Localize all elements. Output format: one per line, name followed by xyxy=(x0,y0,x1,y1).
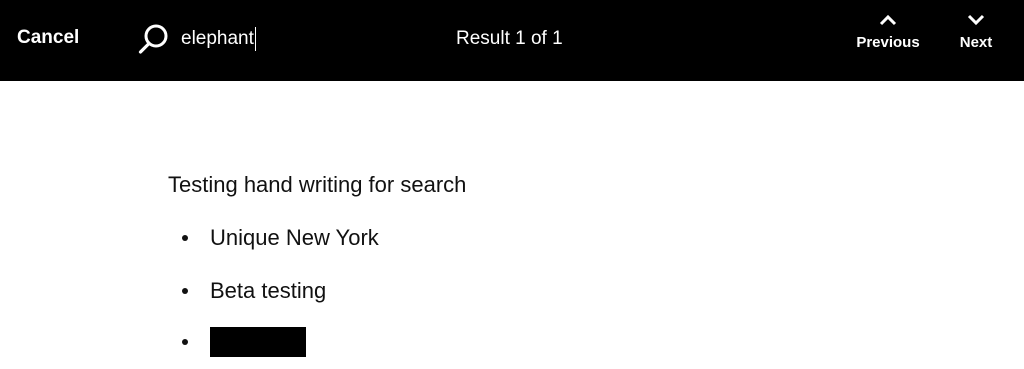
search-icon xyxy=(137,22,171,56)
redacted-block xyxy=(210,327,306,357)
list-item-text: Unique New York xyxy=(210,225,379,250)
chevron-up-icon xyxy=(879,14,897,26)
result-count: Result 1 of 1 xyxy=(456,28,563,49)
cancel-button[interactable]: Cancel xyxy=(17,26,79,50)
search-toolbar: Cancel elephant Result 1 of 1 Previous N… xyxy=(0,0,1024,81)
document-body: Testing hand writing for search Unique N… xyxy=(168,171,467,357)
chevron-down-icon xyxy=(967,14,985,26)
list-item-text: Beta testing xyxy=(210,278,327,303)
text-caret xyxy=(254,27,256,51)
bullet-icon xyxy=(182,339,188,345)
previous-result-button[interactable]: Previous xyxy=(854,14,922,52)
next-result-button[interactable]: Next xyxy=(954,14,998,52)
document-heading: Testing hand writing for search xyxy=(168,172,467,197)
bullet-icon xyxy=(182,288,188,294)
previous-label: Previous xyxy=(856,34,920,51)
next-label: Next xyxy=(959,34,993,51)
bullet-icon xyxy=(182,235,188,241)
search-input[interactable]: elephant xyxy=(181,26,256,52)
search-input-value: elephant xyxy=(181,28,254,49)
